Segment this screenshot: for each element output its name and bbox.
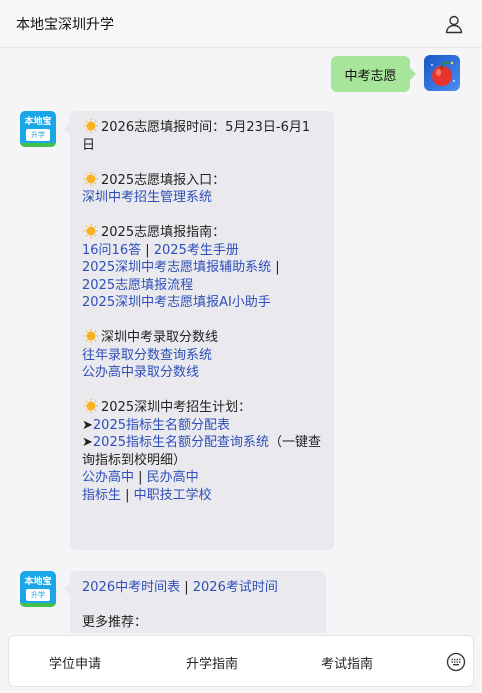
bot-avatar: 本地宝 升学 xyxy=(20,111,56,147)
chat-area[interactable]: 中考志愿 本地宝 升学 2026志愿填报时间：5月23日-6月1日 2025志愿… xyxy=(0,48,482,633)
link-public-score[interactable]: 公办高中录取分数线 xyxy=(82,365,199,380)
apple-avatar-icon xyxy=(431,61,455,86)
link-quota-query[interactable]: 2025指标生名额分配查询系统 xyxy=(93,435,269,450)
tab-admission-guide[interactable]: 升学指南 xyxy=(186,653,238,672)
separator: | xyxy=(121,487,134,503)
tab-degree-apply[interactable]: 学位申请 xyxy=(49,653,101,672)
user-icon[interactable] xyxy=(444,14,464,34)
bot-message-bubble-2: 2026中考时间表 | 2026考试时间 更多推荐： xyxy=(64,571,326,633)
bot-avatar-subtitle: 升学 xyxy=(26,129,50,141)
separator: | xyxy=(134,470,147,485)
keyboard-toggle-icon[interactable] xyxy=(446,652,466,672)
link-handbook[interactable]: 2025考生手册 xyxy=(154,243,239,258)
section-score-title: 深圳中考录取分数线 xyxy=(82,329,322,347)
section-guide-title: 2025志愿填报指南： xyxy=(82,224,322,242)
section-guide-title-text: 2025志愿填报指南： xyxy=(101,225,226,240)
link-fill-process[interactable]: 2025志愿填报流程 xyxy=(82,278,193,293)
sun-emoji-icon xyxy=(84,224,98,238)
section-score-title-text: 深圳中考录取分数线 xyxy=(101,330,219,345)
section-plan-title-text: 2025深圳中考招生计划： xyxy=(101,400,252,415)
bottom-menu: 学位申请 升学指南 考试指南 xyxy=(0,633,482,693)
page-title: 本地宝深圳升学 xyxy=(16,17,114,33)
link-ai-assistant[interactable]: 2025深圳中考志愿填报AI小助手 xyxy=(82,295,271,310)
sun-emoji-icon xyxy=(84,329,98,343)
link-quota-table[interactable]: 2025指标生名额分配表 xyxy=(93,418,230,433)
link-admission-system[interactable]: 深圳中考招生管理系统 xyxy=(82,190,212,205)
separator: | xyxy=(271,260,280,275)
bot-avatar-subtitle: 升学 xyxy=(26,589,50,601)
bot-avatar: 本地宝 升学 xyxy=(20,571,56,607)
section-time-text: 2026志愿填报时间：5月23日-6月1日 xyxy=(82,120,311,153)
bot-message-bubble: 2026志愿填报时间：5月23日-6月1日 2025志愿填报入口： 深圳中考招生… xyxy=(64,111,334,550)
bot-avatar-title: 本地宝 xyxy=(24,117,52,127)
separator: | xyxy=(141,242,154,258)
sun-emoji-icon xyxy=(84,399,98,413)
sun-emoji-icon xyxy=(84,171,98,186)
link-public-high[interactable]: 公办高中 xyxy=(82,470,134,485)
more-recommend-label: 更多推荐： xyxy=(82,615,148,630)
link-vocational[interactable]: 中职技工学校 xyxy=(134,488,212,503)
section-entry-title-text: 2025志愿填报入口： xyxy=(101,172,226,188)
separator: | xyxy=(180,580,193,595)
link-exam-time[interactable]: 2026考试时间 xyxy=(193,580,278,595)
sun-emoji-icon xyxy=(84,119,98,133)
user-message-text: 中考志愿 xyxy=(344,68,397,84)
arrow-icon: ➤ xyxy=(82,435,93,450)
user-message-bubble: 中考志愿 xyxy=(331,56,416,92)
link-quota-students[interactable]: 指标生 xyxy=(82,488,121,503)
user-avatar xyxy=(424,55,460,91)
header-bar: 本地宝深圳升学 xyxy=(0,0,482,48)
link-exam-schedule[interactable]: 2026中考时间表 xyxy=(82,580,180,595)
link-private-high[interactable]: 民办高中 xyxy=(147,470,199,485)
link-score-query[interactable]: 往年录取分数查询系统 xyxy=(82,348,212,363)
section-plan-title: 2025深圳中考招生计划： xyxy=(82,399,322,417)
tab-exam-guide[interactable]: 考试指南 xyxy=(321,653,373,672)
section-time: 2026志愿填报时间：5月23日-6月1日 xyxy=(82,119,322,154)
link-assist-system[interactable]: 2025深圳中考志愿填报辅助系统 xyxy=(82,260,271,275)
arrow-icon: ➤ xyxy=(82,417,93,433)
link-16-qa[interactable]: 16问16答 xyxy=(82,243,141,258)
bot-avatar-title: 本地宝 xyxy=(24,577,52,587)
section-entry-title: 2025志愿填报入口： xyxy=(82,171,322,190)
